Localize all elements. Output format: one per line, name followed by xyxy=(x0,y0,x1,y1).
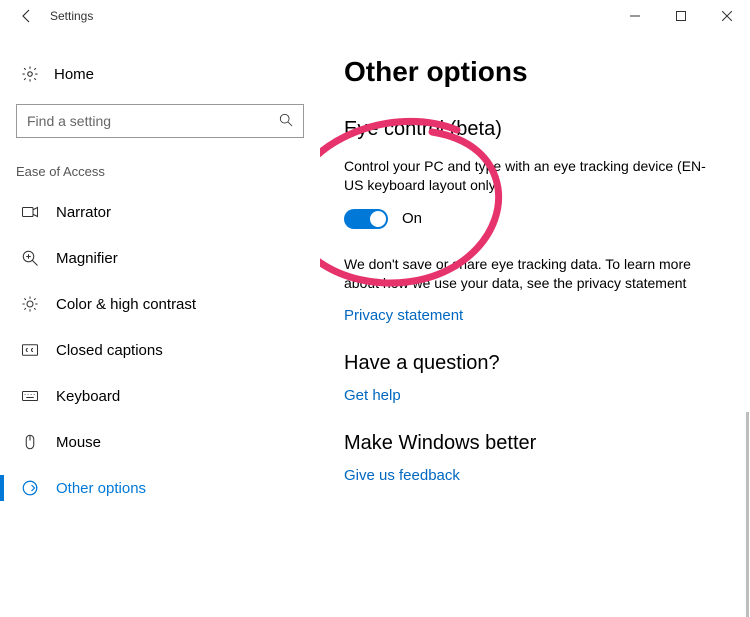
page-title: Other options xyxy=(344,56,730,88)
scrollbar[interactable] xyxy=(746,412,749,617)
closed-captions-icon xyxy=(20,341,40,359)
sidebar-item-mouse[interactable]: Mouse xyxy=(0,419,320,465)
sidebar-item-label: Mouse xyxy=(56,434,101,451)
sidebar-item-label: Other options xyxy=(56,480,146,497)
minimize-button[interactable] xyxy=(612,0,658,32)
sidebar-item-other-options[interactable]: Other options xyxy=(0,465,320,511)
back-button[interactable] xyxy=(12,0,42,32)
window-controls xyxy=(612,0,750,32)
magnifier-icon xyxy=(20,249,40,267)
sidebar-item-color-contrast[interactable]: Color & high contrast xyxy=(0,281,320,327)
keyboard-icon xyxy=(20,387,40,405)
sidebar-item-label: Color & high contrast xyxy=(56,296,196,313)
sidebar-item-magnifier[interactable]: Magnifier xyxy=(0,235,320,281)
search-input[interactable]: Find a setting xyxy=(16,104,304,138)
eye-control-title: Eye control (beta) xyxy=(344,118,730,141)
toggle-state-label: On xyxy=(402,210,422,227)
gear-icon xyxy=(20,65,40,83)
sidebar-item-keyboard[interactable]: Keyboard xyxy=(0,373,320,419)
right-pane: Other options Eye control (beta) Control… xyxy=(320,32,750,617)
titlebar: Settings xyxy=(0,0,750,32)
other-options-icon xyxy=(20,479,40,497)
search-icon xyxy=(279,113,293,130)
have-question-title: Have a question? xyxy=(344,352,730,375)
mouse-icon xyxy=(20,433,40,451)
feedback-title: Make Windows better xyxy=(344,432,730,455)
home-nav[interactable]: Home xyxy=(0,52,320,96)
app-title: Settings xyxy=(50,9,93,23)
sidebar-item-closed-captions[interactable]: Closed captions xyxy=(0,327,320,373)
home-label: Home xyxy=(54,66,94,83)
category-header: Ease of Access xyxy=(0,150,320,189)
close-button[interactable] xyxy=(704,0,750,32)
sidebar-item-label: Narrator xyxy=(56,204,111,221)
search-placeholder: Find a setting xyxy=(27,113,111,129)
sidebar-item-label: Magnifier xyxy=(56,250,118,267)
sidebar-nav: Narrator Magnifier Color & high contrast xyxy=(0,189,320,511)
privacy-note: We don't save or share eye tracking data… xyxy=(344,255,724,293)
eye-control-toggle[interactable] xyxy=(344,209,388,229)
get-help-link[interactable]: Get help xyxy=(344,387,730,404)
maximize-button[interactable] xyxy=(658,0,704,32)
left-pane: Home Find a setting Ease of Access Narra… xyxy=(0,32,320,617)
brightness-icon xyxy=(20,295,40,313)
eye-control-desc: Control your PC and type with an eye tra… xyxy=(344,157,724,195)
narrator-icon xyxy=(20,203,40,221)
eye-control-toggle-row: On xyxy=(344,209,730,229)
give-feedback-link[interactable]: Give us feedback xyxy=(344,467,730,484)
sidebar-item-label: Closed captions xyxy=(56,342,163,359)
privacy-statement-link[interactable]: Privacy statement xyxy=(344,307,730,324)
sidebar-item-narrator[interactable]: Narrator xyxy=(0,189,320,235)
toggle-knob xyxy=(370,211,386,227)
sidebar-item-label: Keyboard xyxy=(56,388,120,405)
